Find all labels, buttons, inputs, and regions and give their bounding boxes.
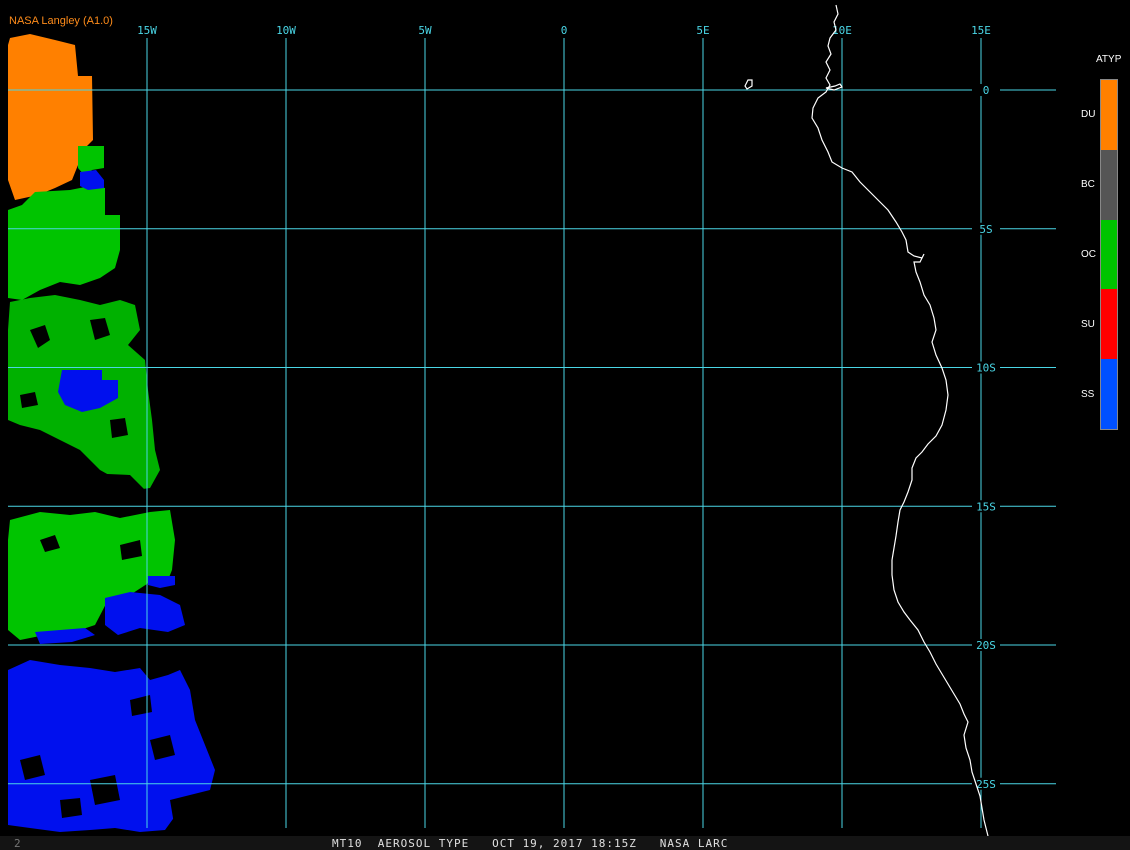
legend-label-ss: SS — [1081, 389, 1095, 400]
longitude-label: 5W — [418, 24, 432, 37]
legend-swatch-du — [1101, 80, 1117, 150]
frame-number: 2 — [14, 837, 22, 850]
legend-swatch-oc — [1101, 219, 1117, 290]
latitude-label: 25S — [976, 778, 996, 791]
legend-swatch-su — [1101, 289, 1117, 360]
longitude-label: 15W — [137, 24, 157, 37]
status-text: MT10 AEROSOL TYPE OCT 19, 2017 18:15Z NA… — [332, 837, 729, 850]
data-credit: NASA Langley (A1.0) — [9, 15, 113, 27]
legend-label-bc: BC — [1081, 179, 1095, 190]
legend-title: ATYP — [1096, 54, 1122, 65]
latitude-label: 20S — [976, 639, 996, 652]
aerosol-type-map: 15W 10W 5W 0 5E 10E 15E05S10S15S20S25S — [0, 0, 1130, 836]
latitude-label: 5S — [979, 223, 992, 236]
legend-label-du: DU — [1081, 109, 1096, 120]
legend-swatch-ss — [1101, 359, 1117, 429]
legend-label-oc: OC — [1081, 249, 1096, 260]
longitude-label: 5E — [696, 24, 709, 37]
legend-label-su: SU — [1081, 319, 1095, 330]
legend-color-bar — [1100, 79, 1118, 430]
status-bar: 2 MT10 AEROSOL TYPE OCT 19, 2017 18:15Z … — [0, 836, 1130, 850]
latitude-label: 10S — [976, 362, 996, 375]
latitude-label: 15S — [976, 500, 996, 513]
legend-swatch-bc — [1101, 149, 1117, 220]
longitude-label: 0 — [561, 24, 568, 37]
longitude-label: 15E — [971, 24, 991, 37]
longitude-label: 10W — [276, 24, 296, 37]
latitude-label: 0 — [983, 84, 990, 97]
